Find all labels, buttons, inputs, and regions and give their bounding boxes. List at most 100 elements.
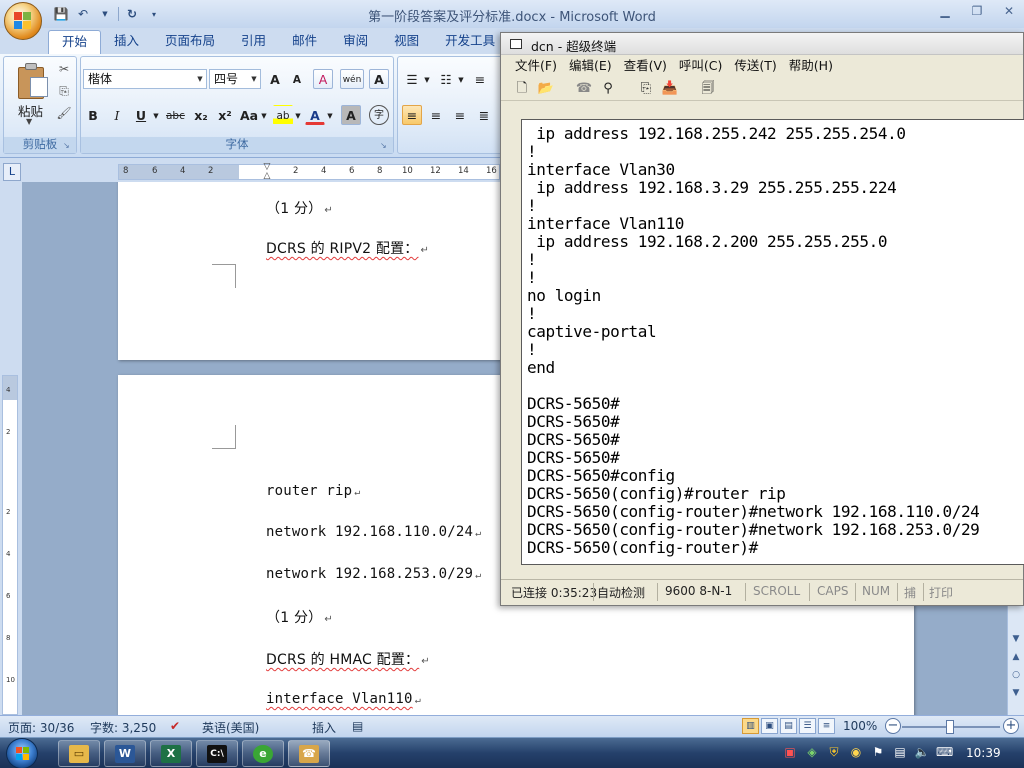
taskbar-word[interactable]: W [104,740,146,767]
highlight-dropdown-icon[interactable]: ▼ [293,105,303,125]
taskbar-hyperterminal[interactable]: ☎ [288,740,330,767]
zoom-in-icon[interactable]: + [1003,718,1019,734]
tab-home[interactable]: 开始 [48,30,102,54]
doc-line[interactable]: （1 分） ↵ [266,198,333,218]
tray-flag-icon[interactable]: ⚑ [870,744,886,760]
bold-button[interactable]: B [83,105,103,125]
tab-references[interactable]: 引用 [228,30,279,54]
font-color-dropdown-icon[interactable]: ▼ [325,105,335,125]
italic-button[interactable]: I [107,105,127,125]
tab-mailings[interactable]: 邮件 [279,30,330,54]
paste-icon[interactable] [16,63,50,99]
properties-icon[interactable]: 🗐 [699,80,717,98]
align-right-icon[interactable]: ≡ [450,105,470,125]
doc-line[interactable]: DCRS 的 RIPV2 配置： ↵ [266,238,429,258]
next-page-icon[interactable]: ▼ [1008,684,1024,702]
grow-font-button[interactable]: A [265,69,285,89]
send-file-icon[interactable]: ⎘ [637,80,655,98]
taskbar-excel[interactable]: X [150,740,192,767]
font-size-dropdown-icon[interactable]: ▼ [248,70,260,88]
close-icon[interactable]: ✕ [1000,4,1018,20]
font-color-button[interactable]: A [305,105,325,125]
enclose-characters-button[interactable]: 字 [369,105,389,125]
font-name-combo[interactable]: 楷体 ▼ [83,69,207,89]
font-name-dropdown-icon[interactable]: ▼ [194,70,206,88]
doc-line[interactable]: network 192.168.110.0/24 ↵ [266,524,481,540]
format-painter-icon[interactable]: 🖌 [56,105,72,121]
word-count[interactable]: 字数: 3,250 [90,719,156,736]
horizontal-ruler[interactable]: 8 6 4 2 2 4 6 8 10 12 14 16 18 ▽△ [118,163,525,181]
minimize-icon[interactable]: ▁ [936,4,954,20]
doc-line[interactable]: interface Vlan110 ↵ [266,691,421,707]
scroll-down-icon[interactable]: ▼ [1008,630,1024,648]
clipboard-launcher-icon[interactable]: ↘ [63,141,73,151]
align-left-icon[interactable]: ≡ [402,105,422,125]
zoom-slider-thumb[interactable] [946,720,954,734]
underline-button[interactable]: U [131,105,151,125]
menu-transfer[interactable]: 传送(T) [728,55,782,77]
open-icon[interactable]: 📂 [537,80,555,98]
doc-line[interactable]: DCRS 的 HMAC 配置： ↵ [266,649,430,669]
tab-view[interactable]: 视图 [381,30,432,54]
change-case-button[interactable]: Aa [239,105,259,125]
browse-object-icon[interactable]: ○ [1008,666,1024,684]
subscript-button[interactable]: x₂ [191,105,211,125]
numbering-icon[interactable]: ☷ [436,69,456,89]
tab-review[interactable]: 审阅 [330,30,381,54]
numbering-dropdown-icon[interactable]: ▼ [456,69,466,89]
page-count[interactable]: 页面: 30/36 [8,719,74,736]
taskbar-explorer[interactable]: ▭ [58,740,100,767]
tray-keyboard-icon[interactable]: ⌨ [936,744,953,760]
call-icon[interactable]: ☎ [575,80,593,98]
start-button[interactable] [6,738,38,768]
tray-network-icon[interactable]: ◈ [804,744,820,760]
tab-page-layout[interactable]: 页面布局 [152,30,228,54]
font-size-combo[interactable]: 四号 ▼ [209,69,261,89]
proofing-icon[interactable]: ✔ [170,719,180,733]
taskbar-clock[interactable]: 10:39 [966,746,1001,760]
justify-icon[interactable]: ≣ [474,105,494,125]
bullets-icon[interactable]: ☰ [402,69,422,89]
menu-file[interactable]: 文件(F) [509,55,563,77]
tray-sync-icon[interactable]: ◉ [848,744,864,760]
character-shading-button[interactable]: A [341,105,361,125]
terminal-screen[interactable]: ip address 192.168.255.242 255.255.254.0… [521,119,1024,565]
bullets-dropdown-icon[interactable]: ▼ [422,69,432,89]
font-launcher-icon[interactable]: ↘ [380,141,390,151]
cut-icon[interactable]: ✂ [56,61,72,77]
menu-help[interactable]: 帮助(H) [783,55,839,77]
paste-dropdown-icon[interactable]: ▼ [26,117,32,126]
doc-line[interactable]: router rip ↵ [266,483,361,499]
full-screen-view-icon[interactable]: ▣ [761,718,778,734]
receive-file-icon[interactable]: 📥 [661,80,679,98]
restore-icon[interactable]: ❐ [968,4,986,20]
doc-line[interactable]: （1 分） ↵ [266,607,333,627]
menu-view[interactable]: 查看(V) [618,55,673,77]
language[interactable]: 英语(美国) [202,719,259,736]
doc-line[interactable]: network 192.168.253.0/29 ↵ [266,566,481,582]
align-center-icon[interactable]: ≡ [426,105,446,125]
taskbar-cmd[interactable]: C:\ [196,740,238,767]
macro-record-icon[interactable]: ▤ [352,719,363,733]
change-case-dropdown-icon[interactable]: ▼ [259,105,269,125]
copy-icon[interactable]: ⎘ [56,83,72,99]
tab-selector-icon[interactable]: L [3,163,21,181]
tab-developer[interactable]: 开发工具 [432,30,508,54]
vertical-ruler[interactable]: 4 2 2 4 6 8 10 [2,375,18,715]
outline-view-icon[interactable]: ☰ [799,718,816,734]
multilevel-list-icon[interactable]: ≡ [470,69,490,89]
menu-call[interactable]: 呼叫(C) [673,55,728,77]
insert-mode[interactable]: 插入 [312,719,336,736]
superscript-button[interactable]: x² [215,105,235,125]
draft-view-icon[interactable]: ≡ [818,718,835,734]
zoom-level[interactable]: 100% [843,719,877,733]
tray-security-icon[interactable]: ⛨ [826,744,842,760]
zoom-out-icon[interactable]: − [885,718,901,734]
highlight-button[interactable]: ab [273,105,293,125]
tray-app-icon[interactable]: ▣ [782,744,798,760]
indent-marker-icon[interactable]: ▽ △ [262,163,272,181]
phonetic-guide-button[interactable]: wén [340,69,364,89]
tray-monitor-icon[interactable]: ▤ [892,744,908,760]
menu-edit[interactable]: 编辑(E) [563,55,618,77]
new-connection-icon[interactable]: 🗋 [513,80,531,98]
